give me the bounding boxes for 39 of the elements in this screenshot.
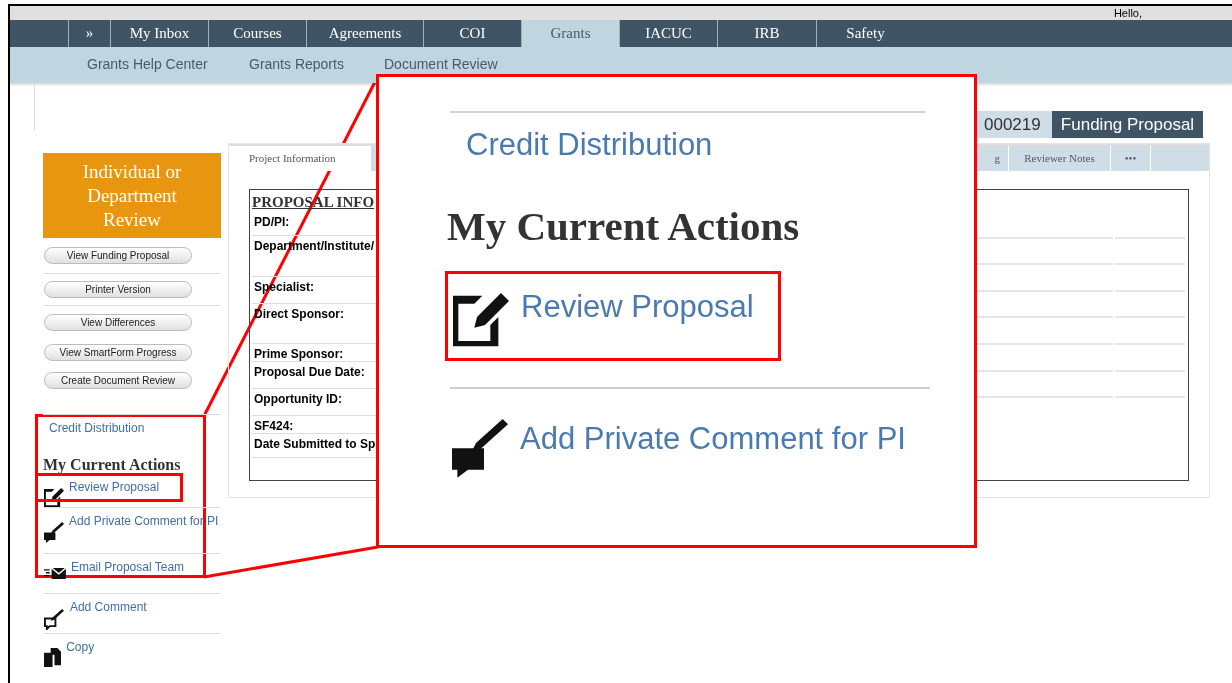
- sidebar-link[interactable]: Credit Distribution: [466, 127, 713, 163]
- envelope-icon: [44, 568, 66, 580]
- copy-icon: [44, 648, 62, 668]
- action-link[interactable]: Add Private Comment for PI: [520, 421, 906, 457]
- sidebar-link[interactable]: Credit Distribution: [49, 421, 145, 436]
- sidebar-button[interactable]: Create Document Review: [44, 371, 192, 389]
- nav-tab[interactable]: Grants: [521, 20, 619, 47]
- subnav-link[interactable]: Grants Help Center: [87, 54, 208, 72]
- action-link[interactable]: Copy: [66, 640, 95, 655]
- field-label: Prime Sponsor:: [254, 347, 344, 361]
- action-link[interactable]: Email Proposal Team: [70, 560, 185, 575]
- speech-bubble-pen-icon: [452, 419, 508, 478]
- status-banner: Individual or Department Review: [43, 153, 221, 238]
- subnav-link[interactable]: Grants Reports: [249, 54, 344, 72]
- action-link[interactable]: Add Comment: [69, 600, 147, 615]
- sidebar-button[interactable]: Printer Version: [44, 281, 192, 298]
- field-label: Proposal Due Date:: [254, 365, 365, 379]
- record-type: Funding Proposal: [1052, 111, 1203, 138]
- subnav-link[interactable]: Document Review: [384, 54, 498, 72]
- action-link[interactable]: Review Proposal: [521, 289, 754, 325]
- content-tab[interactable]: •••: [1111, 146, 1151, 171]
- field-label: Opportunity ID:: [254, 392, 342, 406]
- speech-bubble-pen-icon: [44, 522, 64, 543]
- section-heading: My Current Actions: [447, 203, 801, 249]
- sidebar-button[interactable]: View Funding Proposal: [44, 247, 192, 264]
- document-pencil-icon: [453, 293, 509, 349]
- comment-pen-icon: [44, 608, 65, 630]
- sidebar-button[interactable]: View SmartForm Progress: [44, 343, 192, 361]
- content-tab[interactable]: Project Information: [229, 146, 371, 171]
- field-label: PD/PI:: [254, 215, 290, 229]
- content-tab[interactable]: Reviewer Notes: [1009, 146, 1111, 171]
- action-link[interactable]: Review Proposal: [69, 480, 160, 495]
- field-label: SF424:: [254, 419, 294, 433]
- field-label: Date Submitted to Sp: [254, 437, 376, 451]
- section-heading: My Current Actions: [43, 456, 182, 474]
- content-tab[interactable]: g: [979, 146, 1009, 171]
- greeting-text: Hello,: [1113, 6, 1142, 20]
- sidebar-button[interactable]: View Differences: [44, 313, 192, 331]
- document-pencil-icon: [44, 488, 64, 508]
